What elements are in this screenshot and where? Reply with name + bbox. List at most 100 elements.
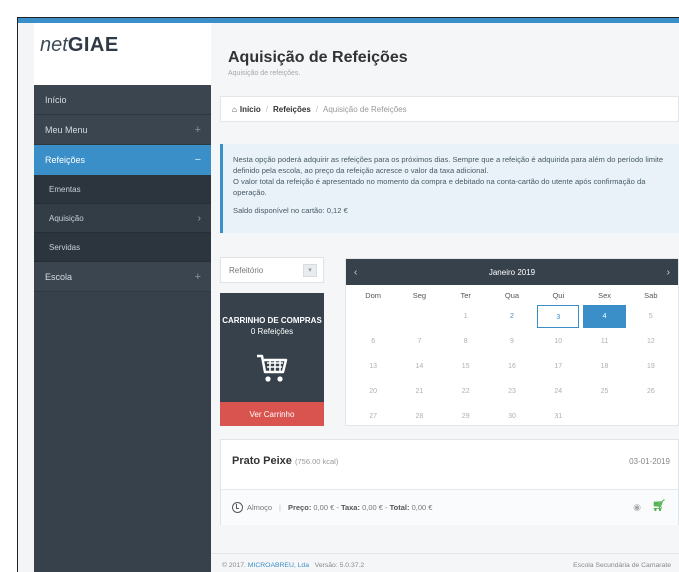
- breadcrumb-separator: /: [265, 104, 268, 114]
- calendar-weekday: Ter: [460, 291, 471, 300]
- calendar-day[interactable]: 13: [352, 355, 394, 378]
- calendar-day[interactable]: 30: [491, 405, 533, 428]
- page-title: Aquisição de Refeições: [228, 49, 408, 66]
- sidebar-item-label: Refeições: [45, 155, 86, 165]
- calendar-day[interactable]: 26: [630, 380, 672, 403]
- tax-value: 0,00 €: [362, 503, 383, 512]
- footer-copyright: © 2017.: [222, 562, 246, 569]
- sidebar-item-label: Escola: [45, 271, 73, 282]
- main-content: Aquisição de Refeições Aquisição de refe…: [211, 23, 679, 572]
- sidebar-item-refeicoes[interactable]: Refeições −: [34, 145, 211, 175]
- meal-name: Prato Peixe (756.00 kcal): [232, 455, 339, 467]
- calendar-day[interactable]: 14: [398, 355, 440, 378]
- calendar-day[interactable]: 4: [583, 305, 626, 328]
- calendar-day: [352, 305, 394, 328]
- tax-label: Taxa:: [340, 503, 360, 512]
- calendar-day[interactable]: 8: [445, 330, 487, 353]
- calendar-day[interactable]: 2: [491, 305, 533, 328]
- divider: |: [279, 503, 281, 512]
- calendar: ‹ Janeiro 2019 › Dom Seg Ter Qua Qui Sex Sab 1 2…: [345, 258, 679, 426]
- calendar-day[interactable]: 24: [537, 380, 579, 403]
- info-alert: Nesta opção poderá adquirir as refeições…: [220, 144, 679, 233]
- calendar-next-icon[interactable]: ›: [667, 267, 670, 278]
- calendar-weekday: Sab: [644, 291, 658, 300]
- calendar-day[interactable]: 7: [398, 330, 440, 353]
- sidebar-subitem-ementas[interactable]: Ementas: [34, 175, 211, 204]
- calendar-grid: Dom Seg Ter Qua Qui Sex Sab 1 2 3 4 5 6 7 8 9 10 11 12 13 14…: [346, 285, 678, 429]
- calendar-day[interactable]: 9: [491, 330, 533, 353]
- info-text: O valor total da refeição é apresentado …: [233, 177, 646, 197]
- meal-date: 03-01-2019: [629, 457, 670, 466]
- calendar-day[interactable]: 21: [398, 380, 440, 403]
- calendar-weekday: Sex: [598, 291, 612, 300]
- calendar-day[interactable]: 5: [630, 305, 672, 328]
- canteen-select-value: Refeitório: [229, 265, 264, 275]
- sidebar-subitem-servidas[interactable]: Servidas: [34, 233, 211, 262]
- sidebar-item-meu-menu[interactable]: Meu Menu +: [34, 115, 211, 145]
- calendar-header: ‹ Janeiro 2019 ›: [346, 259, 678, 285]
- calendar-day[interactable]: 6: [352, 330, 394, 353]
- calendar-prev-icon[interactable]: ‹: [354, 267, 357, 278]
- sidebar-subitem-label: Aquisição: [49, 213, 84, 223]
- balance-text: Saldo disponível no cartão: 0,12 €: [233, 206, 348, 215]
- calendar-day[interactable]: 22: [445, 380, 487, 403]
- footer-version: Versão: 5.0.37.2: [314, 562, 365, 569]
- meal-details-row: Almoço | Preço: 0,00 € - Taxa: 0,00 € - …: [221, 489, 678, 525]
- calendar-day[interactable]: 3: [537, 305, 580, 328]
- home-icon: ⌂: [232, 104, 237, 114]
- breadcrumb: ⌂ Início / Refeições / Aquisição de Refe…: [220, 96, 679, 122]
- calendar-day[interactable]: 1: [445, 305, 487, 328]
- footer-school: Escola Secundária de Camarate: [573, 562, 671, 569]
- sidebar-subitem-label: Ementas: [49, 184, 81, 194]
- chevron-right-icon: ›: [197, 212, 201, 224]
- breadcrumb-current: Aquisição de Refeições: [323, 104, 407, 114]
- brand-logo[interactable]: netGIAE: [34, 23, 211, 85]
- calendar-day[interactable]: 17: [537, 355, 579, 378]
- view-cart-button[interactable]: Ver Carrinho: [220, 402, 324, 426]
- minus-icon: −: [194, 154, 201, 166]
- breadcrumb-section[interactable]: Refeições: [273, 105, 311, 114]
- calendar-day[interactable]: 11: [583, 330, 625, 353]
- calendar-day: [583, 405, 625, 428]
- calendar-day: [630, 405, 672, 428]
- breadcrumb-home[interactable]: Início: [240, 105, 261, 114]
- calendar-day[interactable]: 27: [352, 405, 394, 428]
- calendar-day: [398, 305, 440, 328]
- calendar-day[interactable]: 18: [583, 355, 625, 378]
- calendar-day[interactable]: 25: [583, 380, 625, 403]
- sidebar: netGIAE Início Meu Menu + Refeições − Em…: [34, 23, 211, 572]
- calendar-day[interactable]: 23: [491, 380, 533, 403]
- footer-company-link[interactable]: MICROABREU, Lda: [248, 562, 309, 569]
- page-subtitle: Aquisição de refeições.: [228, 70, 301, 77]
- calendar-weekday: Qui: [552, 291, 565, 300]
- price-label: Preço:: [287, 503, 312, 512]
- footer: © 2017. MICROABREU, Lda Versão: 5.0.37.2…: [211, 553, 679, 572]
- breadcrumb-separator: /: [315, 104, 318, 114]
- clock-icon: [232, 502, 243, 513]
- canteen-select[interactable]: Refeitório ▾: [220, 257, 324, 283]
- calendar-weekday: Qua: [504, 291, 520, 300]
- calendar-day[interactable]: 28: [398, 405, 440, 428]
- cart-count: 0 Refeições: [250, 327, 294, 336]
- sidebar-item-escola[interactable]: Escola +: [34, 262, 211, 292]
- sidebar-item-label: Meu Menu: [45, 124, 88, 135]
- calendar-day[interactable]: 20: [352, 380, 394, 403]
- total-value: 0,00 €: [411, 503, 433, 512]
- calendar-day[interactable]: 10: [537, 330, 579, 353]
- calendar-day[interactable]: 29: [445, 405, 487, 428]
- sidebar-item-label: Início: [45, 94, 67, 105]
- sidebar-item-inicio[interactable]: Início: [34, 85, 211, 115]
- cart-title: CARRINHO DE COMPRAS: [222, 316, 322, 325]
- plus-icon: +: [194, 123, 201, 136]
- shopping-cart-icon: [257, 354, 288, 382]
- meal-period: Almoço: [247, 503, 273, 512]
- calendar-day[interactable]: 15: [445, 355, 487, 378]
- calendar-day[interactable]: 31: [537, 405, 579, 428]
- view-eye-icon[interactable]: ◉: [633, 502, 641, 513]
- calendar-day[interactable]: 12: [630, 330, 672, 353]
- calendar-day[interactable]: 16: [491, 355, 533, 378]
- calendar-day[interactable]: 19: [630, 355, 672, 378]
- calendar-month: Janeiro 2019: [488, 267, 536, 277]
- sidebar-subitem-aquisicao[interactable]: Aquisição ›: [34, 204, 211, 233]
- add-to-cart-icon[interactable]: 🛒︎: [652, 499, 666, 512]
